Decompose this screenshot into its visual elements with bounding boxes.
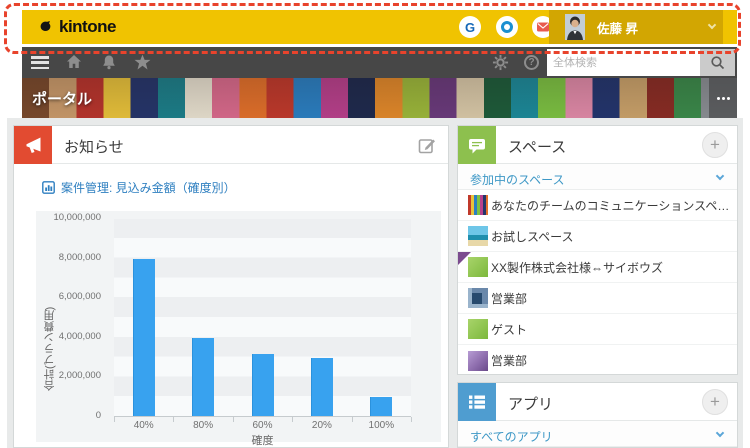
space-name: 営業部 xyxy=(491,290,527,307)
user-name: 佐藤 昇 xyxy=(597,18,638,37)
y-tick-label: 6,000,000 xyxy=(59,291,101,302)
space-list-item[interactable]: XX製作株式会社様⇔サイボウズ xyxy=(458,252,737,283)
x-tick-label: 20% xyxy=(292,420,351,431)
space-name: XX製作株式会社様⇔サイボウズ xyxy=(491,259,663,276)
joined-spaces-label: 参加中のスペース xyxy=(470,171,565,188)
gear-icon[interactable] xyxy=(492,54,509,71)
compose-icon xyxy=(418,136,436,154)
user-menu[interactable]: 佐藤 昇 xyxy=(549,10,723,44)
cover-image: ポータル xyxy=(22,78,737,118)
apps-title: アプリ xyxy=(508,393,553,414)
bell-icon[interactable] xyxy=(101,54,117,70)
all-apps-filter[interactable]: すべてのアプリ xyxy=(458,421,737,447)
y-tick-label: 10,000,000 xyxy=(53,212,101,223)
report-link-row[interactable]: 案件管理: 見込み金額（確度別） xyxy=(42,179,236,196)
chevron-down-icon xyxy=(716,172,724,180)
search-icon xyxy=(710,55,725,70)
add-app-button[interactable]: + xyxy=(702,389,728,415)
spaces-title: スペース xyxy=(508,136,566,157)
joined-spaces-filter[interactable]: 参加中のスペース xyxy=(458,164,737,190)
envelope-icon xyxy=(536,21,550,33)
bar[interactable] xyxy=(133,259,155,416)
chevron-down-icon xyxy=(708,21,716,29)
space-thumbnail xyxy=(468,226,488,246)
more-options-button[interactable] xyxy=(709,78,737,118)
chart-y-axis: 02,000,0004,000,0006,000,0008,000,00010,… xyxy=(36,219,106,417)
announcement-title: お知らせ xyxy=(64,136,124,157)
x-tick-label: 60% xyxy=(233,420,292,431)
space-list-item[interactable]: 営業部 xyxy=(458,345,737,376)
kintone-logo[interactable]: kintone xyxy=(38,17,116,37)
space-thumbnail xyxy=(468,319,488,339)
home-icon[interactable] xyxy=(66,54,82,69)
chevron-down-icon xyxy=(716,429,724,437)
announcement-panel: お知らせ 案件管理: 見込み金額（確度別） 合計(プラン費用) 02,000,0… xyxy=(13,125,449,448)
space-list-item[interactable]: 営業部 xyxy=(458,283,737,314)
space-thumbnail xyxy=(468,195,488,215)
edit-button[interactable] xyxy=(418,136,436,159)
space-name: お試しスペース xyxy=(491,228,574,245)
apps-panel: アプリ + すべてのアプリ xyxy=(457,382,738,448)
space-name: ゲスト xyxy=(491,321,527,338)
x-tick-label: 100% xyxy=(352,420,411,431)
search-input[interactable] xyxy=(547,49,700,76)
chart-x-labels: 40%80%60%20%100% xyxy=(114,420,411,431)
page-title: ポータル xyxy=(32,88,92,109)
search-button[interactable] xyxy=(700,49,735,76)
x-tick-label: 40% xyxy=(114,420,173,431)
y-tick-label: 2,000,000 xyxy=(59,370,101,381)
bar[interactable] xyxy=(252,354,274,416)
app-header: kintone G 佐藤 昇 xyxy=(22,10,737,44)
bar[interactable] xyxy=(192,338,214,416)
star-icon[interactable] xyxy=(134,54,151,70)
report-link: 案件管理: 見込み金額（確度別） xyxy=(61,179,236,196)
spaces-panel: スペース + 参加中のスペース あなたのチームのコミュニケーションスペース お試… xyxy=(457,125,738,375)
space-bubble-icon xyxy=(458,126,496,164)
space-list-item[interactable]: あなたのチームのコミュニケーションスペース xyxy=(458,190,737,221)
megaphone-icon xyxy=(14,126,52,164)
chart-report-icon xyxy=(42,181,55,194)
guest-space-ribbon xyxy=(458,252,471,265)
avatar xyxy=(565,14,585,40)
bar[interactable] xyxy=(370,397,392,416)
help-icon[interactable]: ? xyxy=(524,55,539,70)
space-thumbnail xyxy=(468,257,488,277)
space-thumbnail xyxy=(468,351,488,371)
global-nav: ? xyxy=(22,47,737,78)
office-service-icon[interactable] xyxy=(496,16,518,38)
all-apps-label: すべてのアプリ xyxy=(470,428,553,445)
space-list-item[interactable]: お試しスペース xyxy=(458,221,737,252)
x-tick-label: 80% xyxy=(173,420,232,431)
bar[interactable] xyxy=(311,358,333,416)
chart-plot xyxy=(114,219,411,417)
kintone-bird-icon xyxy=(38,20,55,35)
chart-x-axis-title: 確度 xyxy=(114,432,411,448)
ellipsis-icon xyxy=(717,97,720,100)
announcement-header: お知らせ xyxy=(14,126,448,164)
app-list-icon xyxy=(458,383,496,421)
y-tick-label: 4,000,000 xyxy=(59,331,101,342)
bar-chart: 合計(プラン費用) 02,000,0004,000,0006,000,0008,… xyxy=(36,211,441,442)
office-ring-icon xyxy=(501,21,513,33)
y-tick-label: 0 xyxy=(96,410,101,421)
menu-icon[interactable] xyxy=(31,56,49,72)
garoon-service-icon[interactable]: G xyxy=(459,16,481,38)
space-name: あなたのチームのコミュニケーションスペース xyxy=(491,197,737,214)
space-list: あなたのチームのコミュニケーションスペース お試しスペース XX製作株式会社様⇔… xyxy=(458,190,737,376)
y-tick-label: 8,000,000 xyxy=(59,252,101,263)
space-list-item[interactable]: ゲスト xyxy=(458,314,737,345)
add-space-button[interactable]: + xyxy=(702,132,728,158)
space-thumbnail xyxy=(468,288,488,308)
spaces-header: スペース + xyxy=(458,126,737,164)
space-name: 営業部 xyxy=(491,352,527,369)
logo-text: kintone xyxy=(59,17,116,37)
apps-header: アプリ + xyxy=(458,383,737,421)
